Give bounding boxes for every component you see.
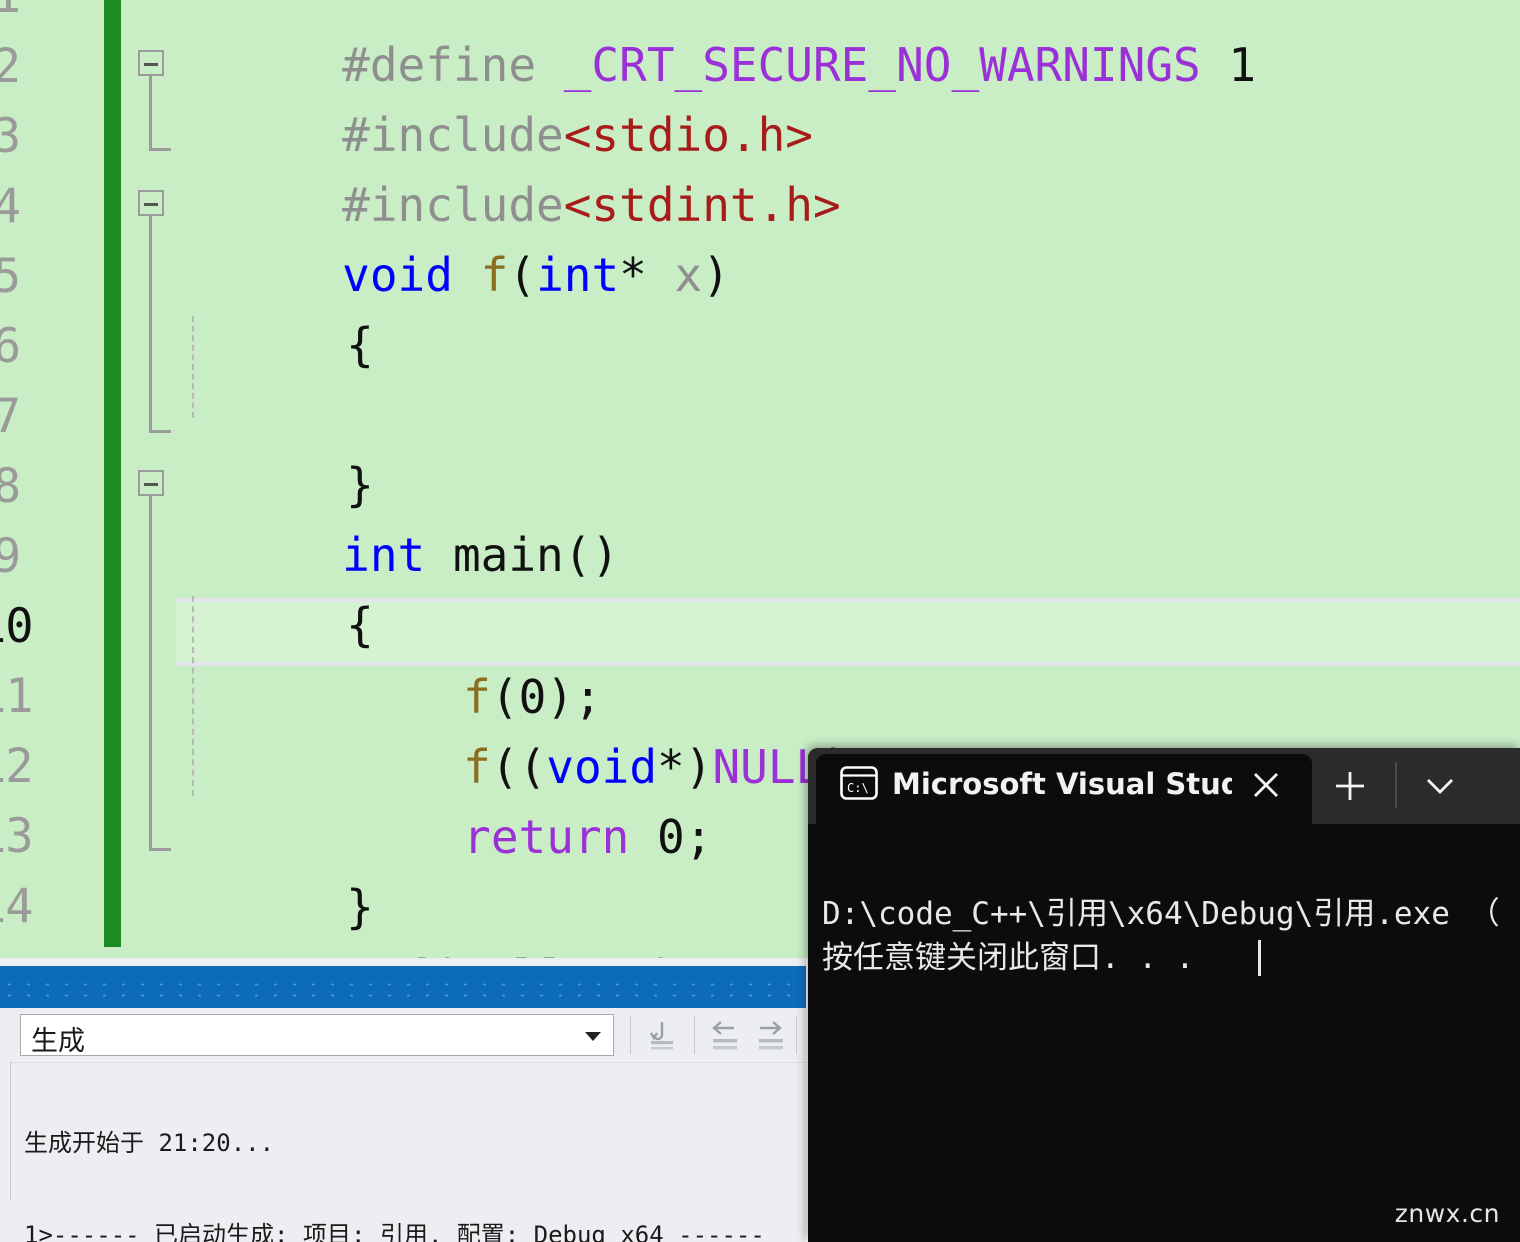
output-source-combobox[interactable]: 生成: [20, 1014, 614, 1057]
code-line-7: }: [180, 380, 374, 512]
token-comment: //f(nullptr);: [346, 950, 706, 958]
token-punct: (: [508, 248, 537, 302]
token-punct: ): [702, 248, 730, 302]
code-line-12: return 0;: [297, 732, 712, 864]
terminal-output[interactable]: D:\code_C++\引用\x64\Debug\引用.exe （ 按任意键关闭…: [808, 824, 1520, 1242]
output-text[interactable]: 生成开始于 21:20... 1>------ 已启动生成: 项目: 引用, 配…: [0, 1063, 806, 1242]
chevron-down-icon[interactable]: [585, 1032, 601, 1041]
token-control-keyword: return: [463, 810, 630, 864]
code-line-13: }: [180, 802, 374, 934]
toolbar-separator: [630, 1016, 631, 1054]
output-source-value: 生成: [31, 1026, 85, 1057]
token-punct: *: [619, 248, 675, 302]
code-line-11: f((void*)NULL);: [297, 662, 878, 794]
previous-message-icon[interactable]: [702, 1016, 746, 1054]
code-line-14: //f(nullptr);: [180, 872, 706, 958]
code-line-5: {: [180, 240, 374, 372]
code-line-3: #include<stdint.h>: [176, 100, 841, 232]
chevron-down-icon[interactable]: [1420, 772, 1460, 800]
terminal-line: D:\code_C++\引用\x64\Debug\引用.exe （: [822, 896, 1500, 932]
token-number: 1: [1200, 38, 1257, 92]
token-function: f: [480, 248, 509, 302]
code-line-2: #include<stdio.h>: [176, 30, 813, 162]
watermark-label: znwx.cn: [1394, 1199, 1500, 1228]
svg-text:C:\: C:\: [847, 781, 869, 795]
toolbar-separator: [796, 1016, 797, 1054]
code-line-9: {: [180, 520, 374, 652]
next-message-icon[interactable]: [748, 1016, 792, 1054]
token-number: 0;: [629, 810, 713, 864]
output-line: 生成开始于 21:20...: [24, 1129, 275, 1157]
token-function-main: main(): [425, 528, 620, 582]
terminal-titlebar[interactable]: C:\ Microsoft Visual Studio 调试控: [808, 748, 1520, 824]
console-cmd-icon: C:\: [840, 766, 878, 800]
token-identifier: x: [674, 248, 703, 302]
grip-dots-pattern: [0, 979, 806, 1001]
pane-drag-grip[interactable]: [0, 966, 806, 1008]
jump-to-message-icon[interactable]: [640, 1016, 684, 1054]
close-icon[interactable]: [1244, 768, 1288, 802]
output-pane[interactable]: 生成 生成开始于 21:20... 1>------ 已启动生成: 项目: 引用…: [0, 958, 806, 1242]
code-line-10: f(0);: [297, 592, 601, 724]
toolbar-separator: [694, 1016, 695, 1054]
terminal-caret: [1258, 940, 1261, 976]
token-brace: {: [346, 318, 374, 372]
terminal-tab-title: Microsoft Visual Studio 调试控: [892, 767, 1232, 801]
new-tab-icon[interactable]: [1328, 768, 1372, 804]
terminal-toolbar-separator: [1395, 762, 1397, 808]
debug-console-window[interactable]: C:\ Microsoft Visual Studio 调试控 D:\code_…: [808, 748, 1520, 1242]
code-line-4: void f(int* x): [176, 170, 730, 302]
output-toolbar[interactable]: 生成: [0, 1008, 806, 1063]
code-line-8: int main(): [176, 450, 619, 582]
code-line-1: #define _CRT_SECURE_NO_WARNINGS 1: [176, 0, 1256, 92]
token-keyword: int: [536, 248, 620, 302]
token-macro-null: NULL: [712, 740, 824, 794]
terminal-line: 按任意键关闭此窗口. . .: [822, 940, 1195, 976]
output-line: 1>------ 已启动生成: 项目: 引用, 配置: Debug x64 --…: [24, 1220, 765, 1242]
